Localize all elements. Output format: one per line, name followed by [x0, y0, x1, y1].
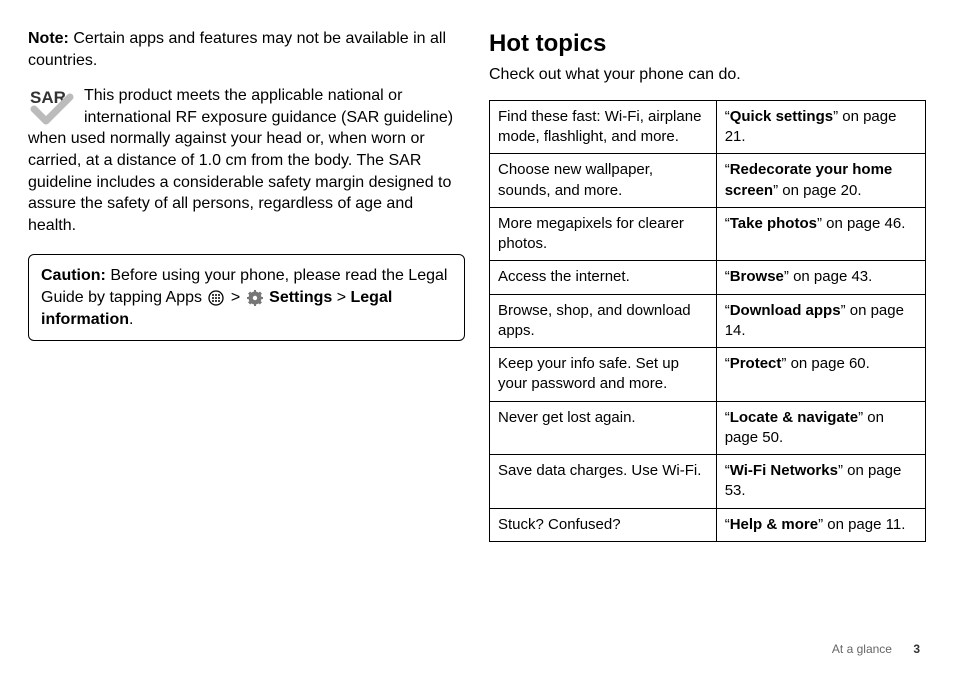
- table-row: Never get lost again.“Locate & navigate”…: [490, 401, 926, 455]
- apps-icon: [208, 290, 224, 306]
- topic-desc: Save data charges. Use Wi-Fi.: [490, 455, 717, 509]
- topic-ref-tail: ” on page 60.: [781, 355, 869, 372]
- sar-text: This product meets the applicable nation…: [28, 87, 453, 234]
- caution-end: .: [129, 311, 133, 328]
- hot-topics-table: Find these fast: Wi-Fi, airplane mode, f…: [489, 100, 926, 542]
- caution-gt2: >: [332, 289, 350, 306]
- note-text: Certain apps and features may not be ava…: [28, 30, 446, 69]
- topic-ref-tail: ” on page 11.: [818, 516, 905, 533]
- topic-ref: “Take photos” on page 46.: [716, 207, 925, 261]
- left-column: Note: Certain apps and features may not …: [28, 28, 465, 542]
- footer-section: At a glance: [832, 642, 892, 656]
- caution-gt1: >: [226, 289, 244, 306]
- caution-settings: Settings: [269, 289, 332, 306]
- topic-link[interactable]: Locate & navigate: [730, 409, 858, 426]
- table-row: Access the internet.“Browse” on page 43.: [490, 261, 926, 294]
- topic-desc: Choose new wallpaper, sounds, and more.: [490, 154, 717, 208]
- table-row: Choose new wallpaper, sounds, and more.“…: [490, 154, 926, 208]
- topic-ref-tail: ” on page 20.: [773, 182, 861, 199]
- topic-link[interactable]: Download apps: [730, 302, 841, 319]
- topic-link[interactable]: Take photos: [730, 215, 817, 232]
- topic-ref-tail: ” on page 46.: [817, 215, 905, 232]
- topic-ref: “Browse” on page 43.: [716, 261, 925, 294]
- topic-link[interactable]: Help & more: [730, 516, 818, 533]
- topic-desc: Browse, shop, and download apps.: [490, 294, 717, 348]
- footer-page-number: 3: [913, 642, 920, 656]
- settings-gear-icon: [247, 290, 263, 306]
- topic-desc: Never get lost again.: [490, 401, 717, 455]
- sar-paragraph: SAR This product meets the applicable na…: [28, 85, 465, 236]
- topic-ref: “Help & more” on page 11.: [716, 508, 925, 541]
- topic-ref-tail: ” on page 43.: [784, 268, 872, 285]
- topic-desc: Access the internet.: [490, 261, 717, 294]
- topic-desc: Keep your info safe. Set up your passwor…: [490, 348, 717, 402]
- caution-label: Caution:: [41, 267, 106, 284]
- topic-ref: “Download apps” on page 14.: [716, 294, 925, 348]
- topic-ref: “Locate & navigate” on page 50.: [716, 401, 925, 455]
- page-footer: At a glance 3: [832, 641, 920, 657]
- hot-topics-sub: Check out what your phone can do.: [489, 64, 926, 86]
- caution-box: Caution: Before using your phone, please…: [28, 254, 465, 341]
- hot-topics-heading: Hot topics: [489, 28, 926, 60]
- topic-ref: “Quick settings” on page 21.: [716, 100, 925, 154]
- topic-desc: More megapixels for clearer photos.: [490, 207, 717, 261]
- topic-link[interactable]: Quick settings: [730, 108, 833, 125]
- note-label: Note:: [28, 30, 69, 47]
- topic-ref: “Redecorate your home screen” on page 20…: [716, 154, 925, 208]
- table-row: Keep your info safe. Set up your passwor…: [490, 348, 926, 402]
- topic-ref: “Wi-Fi Networks” on page 53.: [716, 455, 925, 509]
- sar-badge-icon: SAR: [28, 87, 76, 127]
- table-row: Save data charges. Use Wi-Fi.“Wi-Fi Netw…: [490, 455, 926, 509]
- table-row: More megapixels for clearer photos.“Take…: [490, 207, 926, 261]
- right-column: Hot topics Check out what your phone can…: [489, 28, 926, 542]
- topic-link[interactable]: Protect: [730, 355, 782, 372]
- table-row: Browse, shop, and download apps.“Downloa…: [490, 294, 926, 348]
- topic-link[interactable]: Browse: [730, 268, 784, 285]
- topic-desc: Find these fast: Wi-Fi, airplane mode, f…: [490, 100, 717, 154]
- note-paragraph: Note: Certain apps and features may not …: [28, 28, 465, 71]
- topic-ref: “Protect” on page 60.: [716, 348, 925, 402]
- table-row: Find these fast: Wi-Fi, airplane mode, f…: [490, 100, 926, 154]
- topic-desc: Stuck? Confused?: [490, 508, 717, 541]
- topic-link[interactable]: Wi-Fi Networks: [730, 462, 838, 479]
- table-row: Stuck? Confused?“Help & more” on page 11…: [490, 508, 926, 541]
